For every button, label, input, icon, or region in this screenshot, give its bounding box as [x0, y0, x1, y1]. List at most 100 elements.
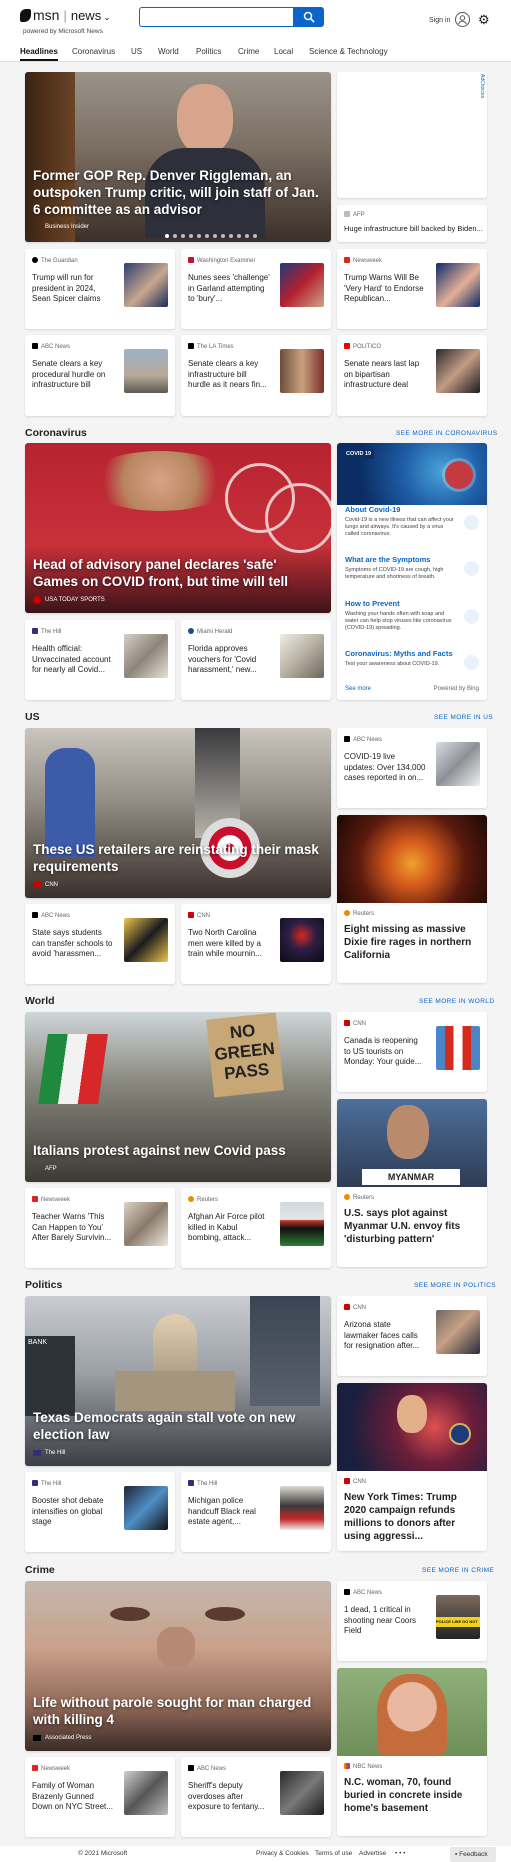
- news-card[interactable]: The Hill Health official: Unvaccinated a…: [25, 620, 175, 700]
- card-headline[interactable]: Senate clears a key infrastructure bill …: [188, 359, 270, 391]
- news-card[interactable]: ABC News State says students can transfe…: [25, 904, 175, 984]
- news-card[interactable]: ABC News 1 dead, 1 critical in shooting …: [337, 1581, 487, 1661]
- politics-side-feature-card[interactable]: CNN New York Times: Trump 2020 campaign …: [337, 1383, 487, 1551]
- politics-hero-card[interactable]: BANK Texas Democrats again stall vote on…: [25, 1296, 331, 1466]
- news-card[interactable]: The Guardian Trump will run for presiden…: [25, 249, 175, 329]
- card-headline[interactable]: New York Times: Trump 2020 campaign refu…: [344, 1491, 480, 1543]
- section-title-us[interactable]: US: [25, 711, 40, 723]
- news-card[interactable]: CNN Arizona state lawmaker faces calls f…: [337, 1296, 487, 1376]
- covid-item-myths[interactable]: Coronavirus: Myths and Facts Test your aw…: [345, 649, 455, 668]
- section-title-politics[interactable]: Politics: [25, 1279, 62, 1291]
- news-card[interactable]: CNN Two North Carolina men were killed b…: [181, 904, 331, 984]
- us-hero-card[interactable]: These US retailers are reinstating their…: [25, 728, 331, 898]
- covid-item-symptoms[interactable]: What are the Symptoms Symptoms of COVID-1…: [345, 555, 455, 581]
- world-side-feature-card[interactable]: MYANMAR Reuters U.S. says plot against M…: [337, 1099, 487, 1267]
- news-card[interactable]: ABC News COVID-19 live updates: Over 134…: [337, 728, 487, 808]
- tab-local[interactable]: Local: [274, 47, 293, 56]
- news-card[interactable]: Newsweek Family of Woman Brazenly Gunned…: [25, 1757, 175, 1837]
- more-options-icon[interactable]: • • •: [395, 1850, 405, 1857]
- card-headline[interactable]: Florida approves vouchers for 'Covid har…: [188, 644, 270, 676]
- section-title-coronavirus[interactable]: Coronavirus: [25, 427, 87, 439]
- card-headline[interactable]: U.S. says plot against Myanmar U.N. envo…: [344, 1207, 480, 1246]
- section-title-crime[interactable]: Crime: [25, 1564, 55, 1576]
- see-more-coronavirus-link[interactable]: SEE MORE IN CORONAVIRUS: [396, 430, 498, 437]
- msn-logo[interactable]: msn | news ⌄ powered by Microsoft News: [20, 8, 111, 39]
- terms-link[interactable]: Terms of use: [315, 1850, 352, 1857]
- advertise-link[interactable]: Advertise: [359, 1850, 386, 1857]
- card-headline[interactable]: Two North Carolina men were killed by a …: [188, 928, 270, 960]
- news-card[interactable]: The LA Times Senate clears a key infrast…: [181, 335, 331, 416]
- search-input[interactable]: [139, 7, 294, 27]
- card-headline[interactable]: Senate clears a key procedural hurdle on…: [32, 359, 114, 391]
- card-headline[interactable]: Teacher Warns 'This Can Happen to You' A…: [32, 1212, 114, 1244]
- politics-hero-headline[interactable]: Texas Democrats again stall vote on new …: [33, 1409, 321, 1443]
- us-side-feature-card[interactable]: Reuters Eight missing as massive Dixie f…: [337, 815, 487, 983]
- avatar-icon[interactable]: [455, 12, 470, 27]
- see-more-world-link[interactable]: SEE MORE IN WORLD: [419, 998, 494, 1005]
- card-headline[interactable]: State says students can transfer schools…: [32, 928, 114, 960]
- ad-headline-card[interactable]: AFP Huge infrastructure bill backed by B…: [337, 205, 487, 242]
- tab-coronavirus[interactable]: Coronavirus: [72, 47, 115, 56]
- tab-crime[interactable]: Crime: [238, 47, 259, 56]
- card-headline[interactable]: COVID-19 live updates: Over 134,000 case…: [344, 752, 426, 784]
- hero-card[interactable]: Former GOP Rep. Denver Riggleman, an out…: [25, 72, 331, 242]
- news-card[interactable]: ABC News Senate clears a key procedural …: [25, 335, 175, 416]
- crime-hero-card[interactable]: Life without parole sought for man charg…: [25, 1581, 331, 1751]
- news-card[interactable]: CNN Canada is reopening to US tourists o…: [337, 1012, 487, 1092]
- coronavirus-hero-card[interactable]: Head of advisory panel declares 'safe' G…: [25, 443, 331, 613]
- covid-item-about[interactable]: About Covid-19 Covid-19 is a new illness …: [345, 505, 455, 538]
- carousel-dots[interactable]: [165, 234, 257, 238]
- card-headline[interactable]: Afghan Air Force pilot killed in Kabul b…: [188, 1212, 270, 1244]
- card-headline[interactable]: Health official: Unvaccinated account fo…: [32, 644, 114, 676]
- world-hero-card[interactable]: NO GREEN PASS Italians protest against n…: [25, 1012, 331, 1182]
- crime-side-feature-card[interactable]: NBC News N.C. woman, 70, found buried in…: [337, 1668, 487, 1836]
- world-hero-headline[interactable]: Italians protest against new Covid pass: [33, 1142, 321, 1159]
- news-card[interactable]: The Hill Michigan police handcuff Black …: [181, 1472, 331, 1552]
- news-card[interactable]: Newsweek Teacher Warns 'This Can Happen …: [25, 1188, 175, 1268]
- card-headline[interactable]: Eight missing as massive Dixie fire rage…: [344, 923, 480, 962]
- news-card[interactable]: Washington Examiner Nunes sees 'challeng…: [181, 249, 331, 329]
- card-headline[interactable]: Trump Warns Will Be 'Very Hard' to Endor…: [344, 273, 426, 305]
- coronavirus-hero-headline[interactable]: Head of advisory panel declares 'safe' G…: [33, 556, 321, 590]
- privacy-link[interactable]: Privacy & Cookies: [256, 1850, 309, 1857]
- tab-politics[interactable]: Politics: [196, 47, 221, 56]
- card-headline[interactable]: N.C. woman, 70, found buried in concrete…: [344, 1776, 480, 1815]
- tab-headlines[interactable]: Headlines: [20, 47, 58, 61]
- see-more-politics-link[interactable]: SEE MORE IN POLITICS: [414, 1282, 496, 1289]
- card-headline[interactable]: Canada is reopening to US tourists on Mo…: [344, 1036, 426, 1068]
- chevron-down-icon[interactable]: ⌄: [103, 12, 111, 22]
- see-more-us-link[interactable]: SEE MORE IN US: [434, 714, 493, 721]
- news-card[interactable]: Newsweek Trump Warns Will Be 'Very Hard'…: [337, 249, 487, 329]
- card-headline[interactable]: Sheriff's deputy overdoses after exposur…: [188, 1781, 270, 1813]
- crime-hero-headline[interactable]: Life without parole sought for man charg…: [33, 1694, 321, 1728]
- tab-world[interactable]: World: [158, 47, 179, 56]
- ad-card[interactable]: AdChoices: [337, 72, 487, 198]
- covid-see-more-link[interactable]: See more: [345, 686, 371, 692]
- us-hero-headline[interactable]: These US retailers are reinstating their…: [33, 841, 321, 875]
- card-headline[interactable]: Senate nears last lap on bipartisan infr…: [344, 359, 426, 391]
- card-headline[interactable]: Arizona state lawmaker faces calls for r…: [344, 1320, 426, 1352]
- news-card[interactable]: The Hill Booster shot debate intensifies…: [25, 1472, 175, 1552]
- card-headline[interactable]: Nunes sees 'challenge' in Garland attemp…: [188, 273, 270, 305]
- card-headline[interactable]: Family of Woman Brazenly Gunned Down on …: [32, 1781, 114, 1813]
- card-headline[interactable]: Booster shot debate intensifies on globa…: [32, 1496, 114, 1528]
- card-headline[interactable]: 1 dead, 1 critical in shooting near Coor…: [344, 1605, 426, 1637]
- feedback-button[interactable]: ▪ Feedback: [450, 1847, 496, 1862]
- covid-item-prevent[interactable]: How to Prevent Washing your hands often w…: [345, 599, 455, 632]
- news-card[interactable]: Miami Herald Florida approves vouchers f…: [181, 620, 331, 700]
- tab-science-technology[interactable]: Science & Technology: [309, 47, 388, 56]
- adchoices-label[interactable]: AdChoices: [479, 74, 485, 98]
- sign-in-link[interactable]: Sign in: [429, 17, 450, 24]
- search-button[interactable]: [294, 7, 324, 27]
- gear-icon[interactable]: ⚙: [478, 12, 490, 27]
- tab-us[interactable]: US: [131, 47, 142, 56]
- news-card[interactable]: Reuters Afghan Air Force pilot killed in…: [181, 1188, 331, 1268]
- section-title-world[interactable]: World: [25, 995, 55, 1007]
- see-more-crime-link[interactable]: SEE MORE IN CRIME: [422, 1567, 494, 1574]
- ad-headline[interactable]: Huge infrastructure bill backed by Biden…: [344, 224, 483, 233]
- news-card[interactable]: ABC News Sheriff's deputy overdoses afte…: [181, 1757, 331, 1837]
- card-headline[interactable]: Trump will run for president in 2024, Se…: [32, 273, 114, 305]
- hero-headline[interactable]: Former GOP Rep. Denver Riggleman, an out…: [33, 167, 321, 218]
- news-card[interactable]: POLITICO Senate nears last lap on bipart…: [337, 335, 487, 416]
- card-headline[interactable]: Michigan police handcuff Black real esta…: [188, 1496, 270, 1528]
